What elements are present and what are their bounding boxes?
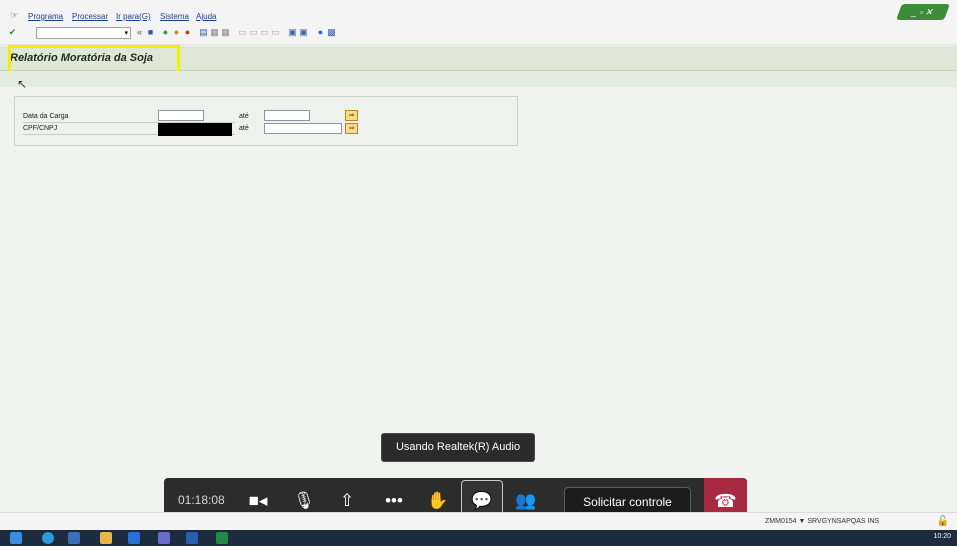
redacted-cpf-field[interactable] [158, 123, 232, 136]
windows-taskbar: 10:20 [0, 530, 957, 546]
edge-icon[interactable] [42, 532, 54, 544]
lock-icon[interactable]: 🔓 [937, 516, 949, 527]
layout-icon[interactable]: ▩ [327, 27, 336, 37]
last-page-icon[interactable]: ▭ [271, 27, 280, 37]
multiple-selection-button-2[interactable]: ⇒ [345, 123, 358, 134]
prev-page-icon[interactable]: ▭ [249, 27, 258, 37]
ate-label-2: até [239, 125, 249, 132]
find-next-icon[interactable]: ▦ [221, 27, 230, 37]
check-icon[interactable]: ✔ [8, 27, 17, 37]
first-page-icon[interactable]: ▭ [238, 27, 247, 37]
menu-ir-para[interactable]: Ir para(G) [116, 12, 151, 21]
help-icon[interactable]: ● [316, 27, 325, 37]
mouse-cursor-icon: ↖ [17, 77, 28, 91]
back-arrows-icon[interactable]: « [135, 27, 144, 37]
outlook-icon[interactable] [128, 532, 140, 544]
clock: 10:20 [933, 533, 951, 540]
windows-start-icon[interactable] [10, 532, 22, 544]
find-icon[interactable]: ▦ [210, 27, 219, 37]
next-page-icon[interactable]: ▭ [260, 27, 269, 37]
word-icon[interactable] [186, 532, 198, 544]
exit-icon[interactable]: ● [172, 27, 181, 37]
app-icon[interactable] [68, 532, 80, 544]
multiple-selection-button-1[interactable]: ⇒ [345, 110, 358, 121]
system-info: ZMM0154 ▼ SRVGYNSAPQAS INS [765, 518, 880, 525]
menu-bar: ☞ Programa Processar Ir para(G) Sistema … [0, 0, 957, 24]
explorer-icon[interactable] [100, 532, 112, 544]
status-bar: ZMM0154 ▼ SRVGYNSAPQAS INS 🔓 [0, 512, 957, 531]
application-toolbar [0, 71, 957, 87]
print-icon[interactable]: ▤ [199, 27, 208, 37]
teams-icon[interactable] [158, 532, 170, 544]
menu-icon[interactable]: ☞ [10, 10, 18, 21]
data-carga-from-input[interactable] [158, 110, 204, 121]
menu-programa[interactable]: Programa [28, 12, 63, 21]
shortcut-icon[interactable]: ▣ [299, 27, 308, 37]
selection-panel: Data da Carga até ⇒ CPF/CNPJ até ⇒ [14, 96, 518, 146]
ate-label-1: até [239, 113, 249, 120]
command-field[interactable]: ▾ [36, 27, 131, 39]
standard-toolbar: ✔ ▾ « ■ ● ● ● ▤ ▦ ▦ ▭ ▭ ▭ ▭ ▣ ▣ ● ▩ [0, 24, 957, 45]
cpf-cnpj-label: CPF/CNPJ [23, 125, 58, 132]
cancel-icon[interactable]: ● [183, 27, 192, 37]
save-icon[interactable]: ■ [146, 27, 155, 37]
menu-sistema[interactable]: Sistema [160, 12, 189, 21]
back-icon[interactable]: ● [161, 27, 170, 37]
audio-device-tooltip: Usando Realtek(R) Audio [381, 433, 535, 462]
call-timer: 01:18:08 [178, 493, 225, 507]
excel-icon[interactable] [216, 532, 228, 544]
menu-processar[interactable]: Processar [72, 12, 108, 21]
data-carga-to-input[interactable] [264, 110, 310, 121]
data-da-carga-label: Data da Carga [23, 113, 69, 120]
menu-ajuda[interactable]: Ajuda [196, 12, 216, 21]
new-session-icon[interactable]: ▣ [288, 27, 297, 37]
window-controls[interactable]: _ ▫ ✕ [896, 4, 950, 20]
cpf-cnpj-to-input[interactable] [264, 123, 342, 134]
